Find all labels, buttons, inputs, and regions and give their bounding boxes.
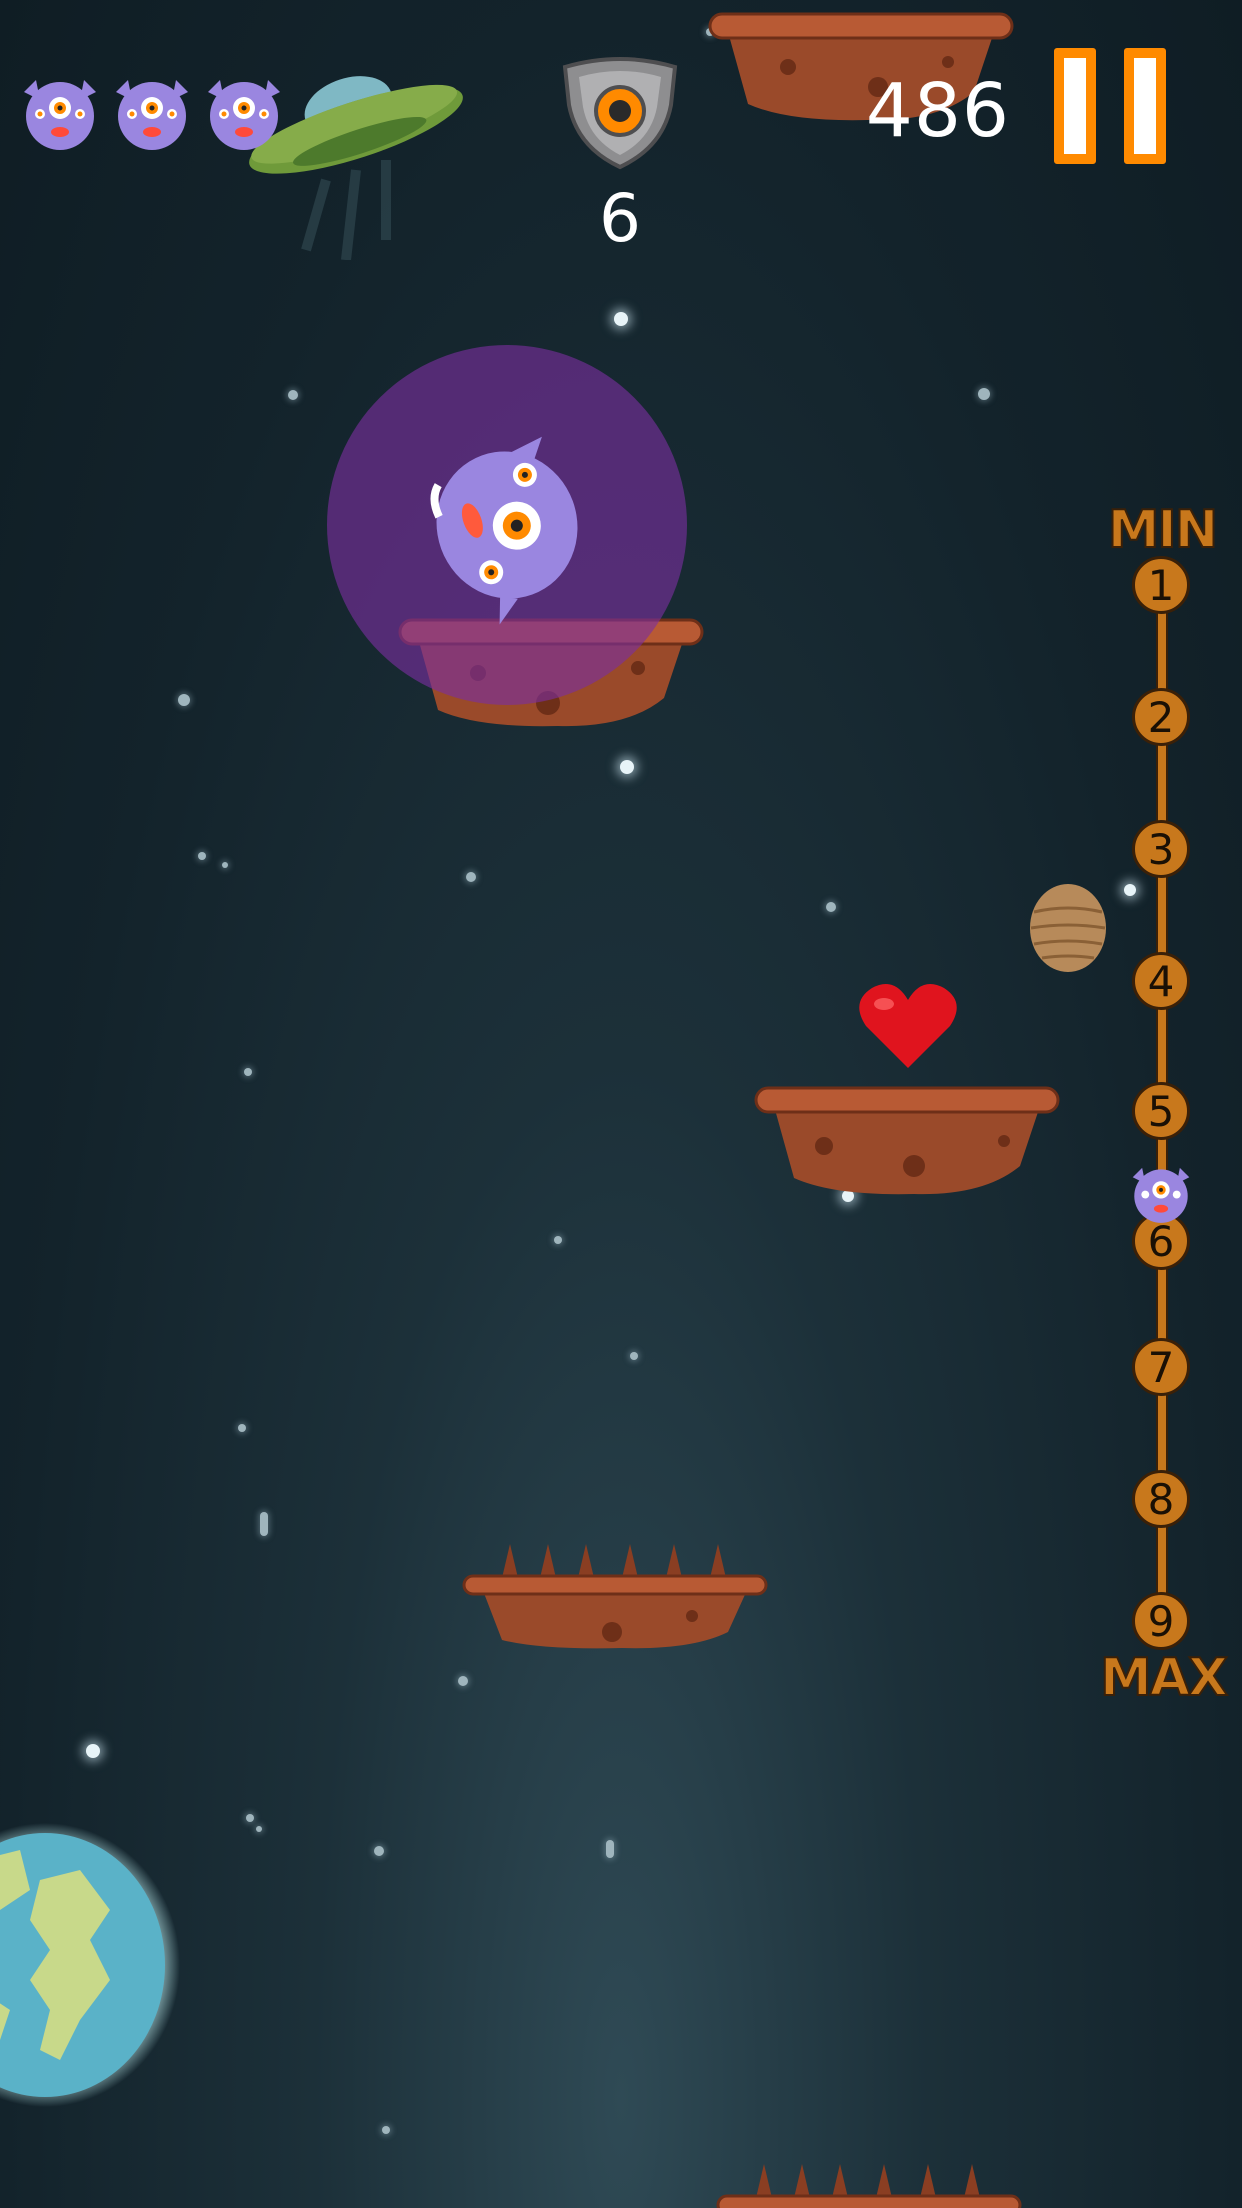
star (256, 1826, 262, 1832)
earth-planet (0, 1823, 180, 2107)
star (614, 312, 628, 326)
star (238, 1424, 246, 1432)
heart-pickup (859, 984, 957, 1068)
star (606, 1840, 614, 1858)
meter-level-node: 8 (1132, 1470, 1190, 1528)
purple-monster-face-icon (116, 80, 188, 150)
star (620, 760, 634, 774)
lives-indicator (18, 70, 286, 154)
meter-level-node: 9 (1132, 1592, 1190, 1650)
game-scene[interactable]: 6 486 MIN 1 2 3 4 5 6 7 8 9 MAX (0, 0, 1242, 2208)
purple-monster-face-icon (1132, 1167, 1190, 1223)
star (382, 2126, 390, 2134)
rock-platform (754, 1086, 1060, 1195)
star (244, 1068, 252, 1076)
purple-monster-face-icon (208, 80, 280, 150)
star (86, 1744, 100, 1758)
star (630, 1352, 638, 1360)
purple-monster-face-icon (24, 80, 96, 150)
score-display: 486 (865, 68, 1010, 154)
shield-icon (562, 57, 678, 170)
meter-level-node: 1 (1132, 556, 1190, 614)
star (246, 1814, 254, 1822)
star (374, 1846, 384, 1856)
pause-button[interactable] (1050, 48, 1182, 178)
star (978, 388, 990, 400)
star (198, 852, 206, 860)
spiked-platform (462, 1544, 768, 1649)
star (260, 1512, 268, 1536)
brown-planet (1030, 884, 1106, 972)
meter-level-node: 4 (1132, 952, 1190, 1010)
meter-max-label: MAX (1099, 1647, 1229, 1709)
star (826, 902, 836, 912)
meter-level-node: 2 (1132, 688, 1190, 746)
meter-level-node: 5 (1132, 1082, 1190, 1140)
height-meter: MIN 1 2 3 4 5 6 7 8 9 MAX (1099, 499, 1229, 1710)
shield-count: 6 (599, 180, 641, 257)
star (458, 1676, 468, 1686)
star (178, 694, 190, 706)
star (288, 390, 298, 400)
player-monster-shielded (327, 345, 687, 705)
pause-icon (1124, 48, 1166, 164)
meter-level-node: 3 (1132, 820, 1190, 878)
pause-icon (1054, 48, 1096, 164)
star (466, 872, 476, 882)
star (554, 1236, 562, 1244)
meter-min-label: MIN (1107, 499, 1220, 561)
star (222, 862, 228, 868)
spiked-platform (716, 2164, 1022, 2208)
meter-level-node: 7 (1132, 1338, 1190, 1396)
